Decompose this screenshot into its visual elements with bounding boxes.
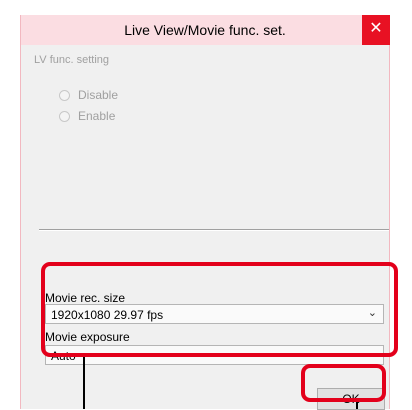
radio-disable-label: Disable bbox=[78, 88, 119, 102]
window-title: Live View/Movie func. set. bbox=[124, 22, 286, 38]
movie-rec-size-select[interactable]: 1920x1080 29.97 fps ⌄ bbox=[45, 304, 384, 324]
chevron-down-icon: ⌄ bbox=[367, 307, 377, 319]
movie-exposure-select[interactable]: Auto ⌄ bbox=[45, 345, 384, 365]
radio-circle-icon bbox=[59, 89, 70, 101]
movie-rec-size-value: 1920x1080 29.97 fps bbox=[51, 308, 164, 322]
callout-line-right bbox=[356, 402, 358, 409]
lv-func-setting-label: LV func. setting bbox=[34, 54, 110, 66]
close-icon: ✕ bbox=[369, 20, 383, 37]
close-button[interactable]: ✕ bbox=[362, 15, 390, 45]
movie-exposure-label: Movie exposure bbox=[45, 330, 130, 344]
movie-exposure-value: Auto bbox=[51, 349, 76, 363]
radio-enable[interactable]: Enable bbox=[59, 108, 115, 124]
radio-circle-icon bbox=[59, 110, 70, 122]
chevron-down-icon: ⌄ bbox=[367, 348, 377, 360]
dialog-window: Live View/Movie func. set. ✕ LV func. se… bbox=[20, 15, 390, 410]
dialog-body: LV func. setting Disable Enable Movie re… bbox=[21, 45, 389, 410]
callout-line-left bbox=[83, 357, 85, 409]
separator bbox=[39, 229, 389, 231]
title-bar: Live View/Movie func. set. ✕ bbox=[21, 15, 390, 45]
movie-rec-size-label: Movie rec. size bbox=[45, 291, 126, 305]
radio-enable-label: Enable bbox=[78, 109, 116, 123]
ok-button[interactable]: OK bbox=[317, 388, 385, 410]
radio-disable[interactable]: Disable bbox=[59, 87, 118, 103]
